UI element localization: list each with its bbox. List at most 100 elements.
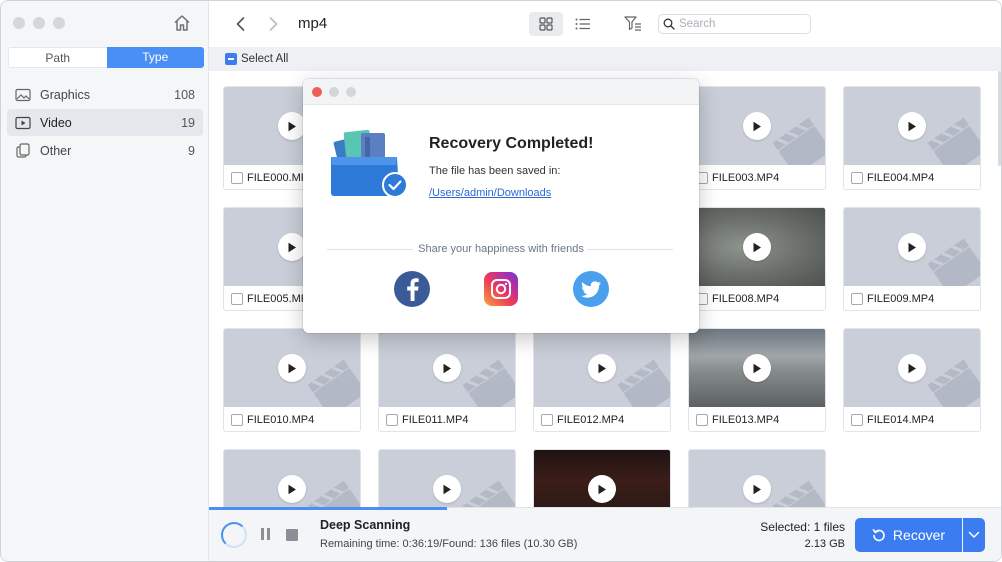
home-icon[interactable]: [172, 13, 192, 33]
search-input[interactable]: [679, 18, 799, 30]
file-card[interactable]: [533, 449, 671, 507]
grid-view-button[interactable]: [529, 12, 563, 36]
file-checkbox[interactable]: [541, 414, 553, 426]
file-checkbox[interactable]: [231, 293, 243, 305]
video-thumbnail[interactable]: [844, 329, 980, 407]
video-thumbnail[interactable]: [379, 329, 515, 407]
video-thumbnail[interactable]: [844, 87, 980, 165]
file-checkbox[interactable]: [851, 172, 863, 184]
play-icon[interactable]: [743, 475, 771, 503]
play-icon[interactable]: [898, 354, 926, 382]
saved-path-link[interactable]: /Users/admin/Downloads: [429, 187, 551, 199]
file-checkbox[interactable]: [386, 414, 398, 426]
file-card[interactable]: FILE008.MP4: [688, 207, 826, 311]
facebook-icon[interactable]: [394, 271, 430, 307]
file-card[interactable]: FILE013.MP4: [688, 328, 826, 432]
file-card[interactable]: [378, 449, 516, 507]
file-card[interactable]: FILE014.MP4: [843, 328, 981, 432]
pause-button[interactable]: [261, 528, 273, 542]
file-card[interactable]: FILE011.MP4: [378, 328, 516, 432]
file-card[interactable]: FILE009.MP4: [843, 207, 981, 311]
instagram-icon[interactable]: [484, 272, 518, 306]
select-all-label[interactable]: Select All: [241, 53, 288, 65]
close-window-button[interactable]: [13, 17, 25, 29]
video-thumbnail[interactable]: [224, 329, 360, 407]
sidebar-item-other[interactable]: Other 9: [7, 137, 203, 164]
play-icon[interactable]: [588, 354, 616, 382]
file-checkbox[interactable]: [696, 414, 708, 426]
grid-icon: [539, 17, 553, 31]
file-caption: FILE013.MP4: [689, 410, 825, 430]
file-name: FILE011.MP4: [402, 414, 469, 426]
clapperboard-icon: [772, 117, 825, 165]
back-arrow-icon[interactable]: [231, 14, 251, 34]
dialog-close-button[interactable]: [312, 87, 322, 97]
play-icon[interactable]: [743, 354, 771, 382]
filter-icon: [624, 16, 641, 31]
video-thumbnail[interactable]: [844, 208, 980, 286]
file-checkbox[interactable]: [851, 414, 863, 426]
recover-options-button[interactable]: [963, 518, 985, 552]
sidebar-item-graphics[interactable]: Graphics 108: [7, 81, 203, 108]
category-list: Graphics 108 Video 19 Other 9: [7, 81, 203, 165]
file-card[interactable]: FILE003.MP4: [688, 86, 826, 190]
video-thumbnail[interactable]: [689, 87, 825, 165]
file-checkbox[interactable]: [851, 293, 863, 305]
video-thumbnail[interactable]: [379, 450, 515, 507]
list-icon: [575, 18, 590, 30]
video-thumbnail[interactable]: [534, 329, 670, 407]
selection-summary: Selected: 1 files: [760, 520, 845, 534]
scan-status-detail: Remaining time: 0:36:19/Found: 136 files…: [320, 538, 578, 550]
play-icon[interactable]: [278, 233, 306, 261]
scrollbar[interactable]: [998, 71, 1001, 166]
twitter-icon[interactable]: [573, 271, 609, 307]
recover-button[interactable]: Recover: [855, 518, 962, 552]
file-card[interactable]: FILE004.MP4: [843, 86, 981, 190]
file-checkbox[interactable]: [231, 172, 243, 184]
filter-button[interactable]: [623, 13, 643, 35]
file-checkbox[interactable]: [231, 414, 243, 426]
play-icon[interactable]: [743, 112, 771, 140]
file-caption: FILE004.MP4: [844, 168, 980, 188]
file-caption: FILE011.MP4: [379, 410, 515, 430]
video-thumbnail[interactable]: [689, 208, 825, 286]
dialog-message: The file has been saved in:: [429, 165, 561, 177]
tab-type[interactable]: Type: [106, 47, 204, 68]
file-card[interactable]: [223, 449, 361, 507]
stop-button[interactable]: [286, 529, 298, 541]
file-card[interactable]: [688, 449, 826, 507]
play-icon[interactable]: [278, 475, 306, 503]
search-icon: [663, 18, 675, 30]
play-icon[interactable]: [433, 354, 461, 382]
select-all-checkbox[interactable]: [225, 53, 237, 65]
sidebar-item-video[interactable]: Video 19: [7, 109, 203, 136]
file-card[interactable]: FILE010.MP4: [223, 328, 361, 432]
sidebar-item-label: Graphics: [40, 87, 91, 102]
file-name: FILE014.MP4: [867, 414, 935, 426]
file-name: FILE013.MP4: [712, 414, 780, 426]
file-name: FILE009.MP4: [867, 293, 935, 305]
minimize-window-button[interactable]: [33, 17, 45, 29]
play-icon[interactable]: [743, 233, 771, 261]
recovered-folder-illustration: [327, 127, 411, 199]
play-icon[interactable]: [433, 475, 461, 503]
sidebar-item-count: 108: [174, 87, 195, 102]
tab-path[interactable]: Path: [8, 47, 107, 68]
play-icon[interactable]: [278, 112, 306, 140]
zoom-window-button[interactable]: [53, 17, 65, 29]
video-thumbnail[interactable]: [689, 329, 825, 407]
play-icon[interactable]: [588, 475, 616, 503]
file-caption: FILE008.MP4: [689, 289, 825, 309]
list-view-button[interactable]: [571, 12, 595, 36]
play-icon[interactable]: [898, 233, 926, 261]
play-icon[interactable]: [898, 112, 926, 140]
video-thumbnail[interactable]: [224, 450, 360, 507]
video-thumbnail[interactable]: [689, 450, 825, 507]
play-icon[interactable]: [278, 354, 306, 382]
forward-arrow-icon[interactable]: [263, 14, 283, 34]
sidebar-item-count: 19: [181, 115, 195, 130]
window-controls: [13, 17, 65, 29]
video-thumbnail[interactable]: [534, 450, 670, 507]
sidebar-item-count: 9: [188, 143, 195, 158]
file-card[interactable]: FILE012.MP4: [533, 328, 671, 432]
